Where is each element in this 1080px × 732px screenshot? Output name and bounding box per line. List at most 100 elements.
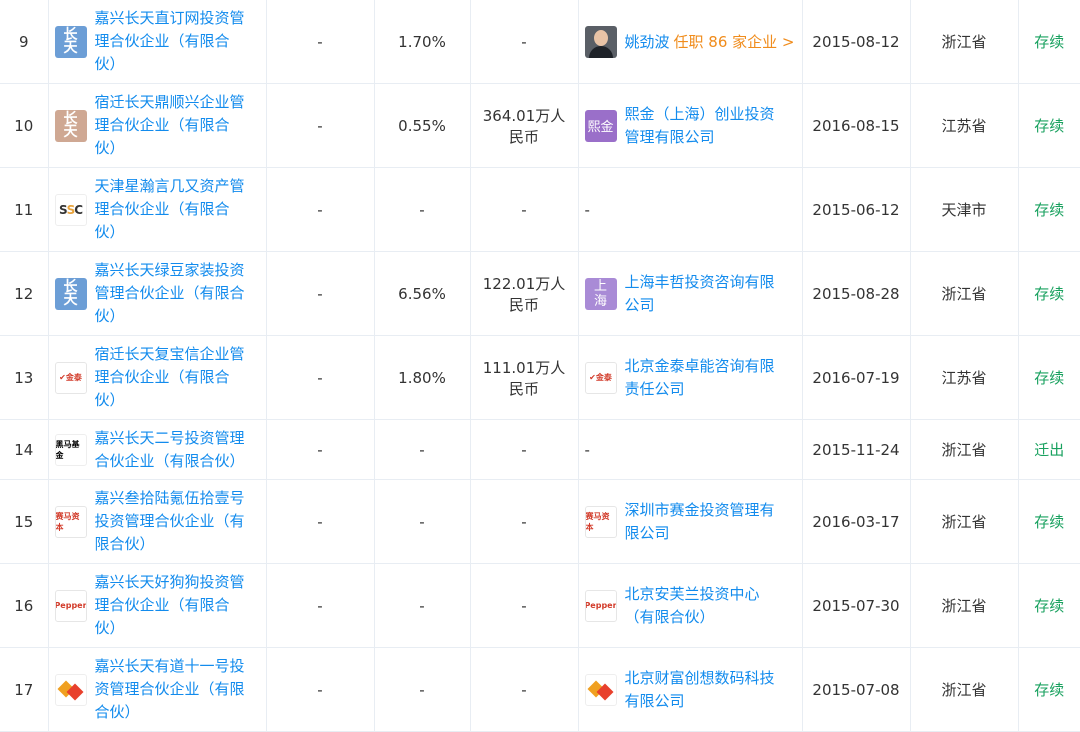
table-row: 13 ✔金泰 宿迁长天复宝信企业管 理合伙企业（有限合 伙） - 1.80% 111…	[0, 335, 1080, 420]
caifu-logo-icon	[584, 673, 617, 706]
col-a: -	[266, 0, 375, 84]
investment-table: 9 长天 嘉兴长天直订网投资管 理合伙企业（有限合 伙） - 1.70% - 姚劲波…	[0, 0, 1080, 732]
capital: 122.01万人 民币	[470, 251, 579, 336]
holder-company-link[interactable]: 北京安芙兰投资中心 （有限合伙）	[625, 583, 760, 629]
saima-logo-icon: 赛马资本	[584, 505, 617, 538]
date: 2016-08-15	[802, 83, 911, 168]
changtian-logo-icon: 长天	[54, 109, 87, 142]
col-a: -	[266, 647, 375, 732]
company-link[interactable]: 嘉兴长天直订网投资管 理合伙企业（有限合 伙）	[95, 7, 245, 76]
row-index: 12	[0, 251, 49, 336]
status-badge: 迁出	[1018, 419, 1080, 480]
ratio: -	[374, 167, 471, 252]
company-link[interactable]: 嘉兴长天绿豆家装投资 管理合伙企业（有限合 伙）	[95, 259, 245, 328]
table-row: 10 长天 宿迁长天鼎顺兴企业管 理合伙企业（有限合 伙） - 0.55% 364.…	[0, 83, 1080, 168]
date: 2015-08-12	[802, 0, 911, 84]
province: 浙江省	[910, 647, 1019, 732]
row-index: 15	[0, 479, 49, 564]
col-a: -	[266, 419, 375, 480]
province: 江苏省	[910, 83, 1019, 168]
saima-logo-icon: 赛马资本	[54, 505, 87, 538]
shanghai-logo-icon: 上海	[584, 277, 617, 310]
capital: -	[470, 563, 579, 648]
jintai-logo-icon: ✔金泰	[584, 361, 617, 394]
capital: 111.01万人 民币	[470, 335, 579, 420]
capital: 364.01万人 民币	[470, 83, 579, 168]
date: 2015-07-30	[802, 563, 911, 648]
col-a: -	[266, 251, 375, 336]
company-link[interactable]: 宿迁长天复宝信企业管 理合伙企业（有限合 伙）	[95, 343, 245, 412]
company-link[interactable]: 嘉兴长天好狗狗投资管 理合伙企业（有限合 伙）	[95, 571, 245, 640]
row-index: 16	[0, 563, 49, 648]
holder-empty: -	[578, 167, 803, 252]
province: 天津市	[910, 167, 1019, 252]
person-avatar-icon	[584, 25, 617, 58]
row-index: 9	[0, 0, 49, 84]
table-row: 12 长天 嘉兴长天绿豆家装投资 管理合伙企业（有限合 伙） - 6.56% 122…	[0, 251, 1080, 336]
capital: -	[470, 0, 579, 84]
holder-person-link[interactable]: 姚劲波 任职 86 家企业 >	[625, 31, 795, 52]
company-link[interactable]: 宿迁长天鼎顺兴企业管 理合伙企业（有限合 伙）	[95, 91, 245, 160]
province: 浙江省	[910, 563, 1019, 648]
row-index: 17	[0, 647, 49, 732]
row-index: 14	[0, 419, 49, 480]
capital: -	[470, 167, 579, 252]
holder-company-link[interactable]: 北京金泰卓能咨询有限 责任公司	[625, 355, 775, 401]
ratio: -	[374, 479, 471, 564]
date: 2016-03-17	[802, 479, 911, 564]
col-a: -	[266, 563, 375, 648]
pepper-logo-icon: Pepper	[54, 589, 87, 622]
holder-company-link[interactable]: 深圳市赛金投资管理有 限公司	[625, 499, 775, 545]
ratio: 1.80%	[374, 335, 471, 420]
changtian-logo-icon: 长天	[54, 277, 87, 310]
table-row: 17 嘉兴长天有道十一号投 资管理合伙企业（有限 合伙） - - - 北京财富创想数…	[0, 647, 1080, 732]
status-badge: 存续	[1018, 167, 1080, 252]
holder-company-link[interactable]: 北京财富创想数码科技 有限公司	[625, 667, 775, 713]
holder-empty: -	[578, 419, 803, 480]
table-row: 16 Pepper 嘉兴长天好狗狗投资管 理合伙企业（有限合 伙） - - - Pe…	[0, 563, 1080, 648]
status-badge: 存续	[1018, 0, 1080, 84]
col-a: -	[266, 167, 375, 252]
col-a: -	[266, 335, 375, 420]
capital: -	[470, 419, 579, 480]
province: 浙江省	[910, 0, 1019, 84]
company-link[interactable]: 嘉兴叁拾陆氪伍拾壹号 投资管理合伙企业（有 限合伙）	[95, 487, 245, 556]
ratio: 6.56%	[374, 251, 471, 336]
status-badge: 存续	[1018, 251, 1080, 336]
company-link[interactable]: 嘉兴长天二号投资管理 合伙企业（有限合伙）	[95, 427, 245, 473]
date: 2015-07-08	[802, 647, 911, 732]
row-index: 13	[0, 335, 49, 420]
capital: -	[470, 479, 579, 564]
status-badge: 存续	[1018, 563, 1080, 648]
status-badge: 存续	[1018, 83, 1080, 168]
position-count-tag: 任职 86 家企业 >	[673, 33, 795, 51]
row-index: 11	[0, 167, 49, 252]
date: 2015-08-28	[802, 251, 911, 336]
ratio: 0.55%	[374, 83, 471, 168]
province: 浙江省	[910, 419, 1019, 480]
changtian-logo-icon: 长天	[54, 25, 87, 58]
table-row: 11 SSC 天津星瀚言几又资产管 理合伙企业（有限合 伙） - - - - 201…	[0, 167, 1080, 252]
date: 2016-07-19	[802, 335, 911, 420]
holder-company-link[interactable]: 上海丰哲投资咨询有限 公司	[625, 271, 775, 317]
ratio: -	[374, 563, 471, 648]
table-row: 15 赛马资本 嘉兴叁拾陆氪伍拾壹号 投资管理合伙企业（有 限合伙） - - - 赛…	[0, 479, 1080, 564]
status-badge: 存续	[1018, 479, 1080, 564]
caifu-logo-icon	[54, 673, 87, 706]
ssc-logo-icon: SSC	[54, 193, 87, 226]
col-a: -	[266, 479, 375, 564]
col-a: -	[266, 83, 375, 168]
holder-company-link[interactable]: 熙金（上海）创业投资 管理有限公司	[625, 103, 775, 149]
status-badge: 存续	[1018, 335, 1080, 420]
province: 江苏省	[910, 335, 1019, 420]
company-link[interactable]: 嘉兴长天有道十一号投 资管理合伙企业（有限 合伙）	[95, 655, 245, 724]
capital: -	[470, 647, 579, 732]
province: 浙江省	[910, 479, 1019, 564]
table-row: 9 长天 嘉兴长天直订网投资管 理合伙企业（有限合 伙） - 1.70% - 姚劲波…	[0, 0, 1080, 84]
province: 浙江省	[910, 251, 1019, 336]
pepper-logo-icon: Pepper	[584, 589, 617, 622]
ratio: -	[374, 419, 471, 480]
date: 2015-06-12	[802, 167, 911, 252]
ratio: 1.70%	[374, 0, 471, 84]
company-link[interactable]: 天津星瀚言几又资产管 理合伙企业（有限合 伙）	[95, 175, 245, 244]
